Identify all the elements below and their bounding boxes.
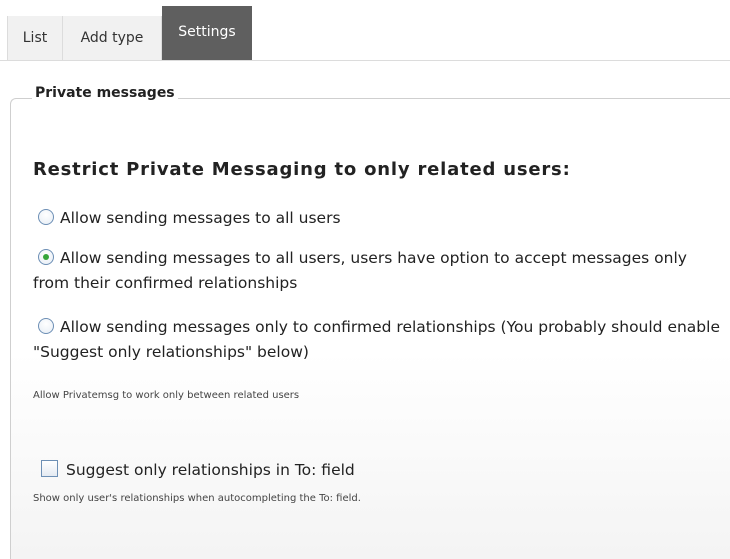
radio-button[interactable] [38, 318, 54, 334]
radio-button[interactable] [38, 209, 54, 225]
radio-label: Allow sending messages to all users, use… [33, 249, 687, 292]
restrict-heading: Restrict Private Messaging to only relat… [33, 159, 571, 180]
radio-option-all-users[interactable]: Allow sending messages to all users [33, 206, 723, 231]
suggest-checkbox-option[interactable]: Suggest only relationships in To: field [33, 458, 723, 483]
tab-settings[interactable]: Settings [162, 6, 252, 60]
radio-option-all-users-accept[interactable]: Allow sending messages to all users, use… [33, 246, 723, 296]
restrict-description: Allow Privatemsg to work only between re… [33, 390, 300, 401]
checkbox-label: Suggest only relationships in To: field [66, 461, 355, 479]
radio-button-selected[interactable] [38, 249, 54, 265]
suggest-description: Show only user's relationships when auto… [33, 493, 361, 504]
tab-add-type[interactable]: Add type [63, 16, 162, 60]
fieldset-legend: Private messages [32, 85, 178, 101]
tab-bar: List Add type Settings [0, 0, 730, 61]
radio-label: Allow sending messages only to confirmed… [33, 318, 720, 361]
suggest-checkbox[interactable] [41, 460, 58, 477]
tab-list[interactable]: List [7, 16, 63, 60]
radio-option-confirmed-only[interactable]: Allow sending messages only to confirmed… [33, 315, 723, 365]
radio-label: Allow sending messages to all users [60, 209, 341, 227]
